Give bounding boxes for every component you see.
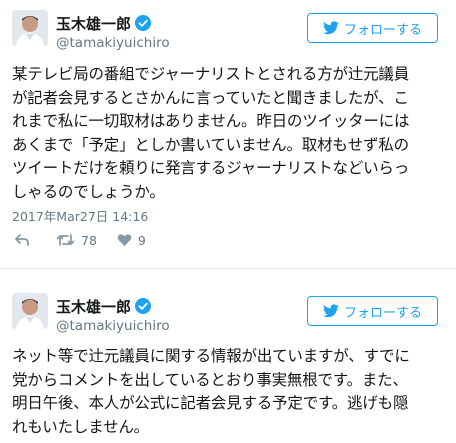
like-count: 9 xyxy=(137,232,146,248)
twitter-bird-icon xyxy=(322,21,339,35)
display-name[interactable]: 玉木雄一郎 xyxy=(56,296,131,317)
avatar[interactable] xyxy=(12,293,48,329)
tweet-divider xyxy=(0,268,456,269)
name-row: 玉木雄一郎 xyxy=(56,296,152,317)
heart-icon xyxy=(117,234,132,246)
verified-badge-icon xyxy=(135,298,152,314)
retweet-icon xyxy=(56,234,75,246)
tweet-text: 某テレビ局の番組でジャーナリストとされる方が辻元議員 が記者会見するとさかんに言… xyxy=(12,65,410,201)
name-row: 玉木雄一郎 xyxy=(56,13,152,34)
retweet-count: 78 xyxy=(81,232,97,248)
like-button[interactable]: 9 xyxy=(117,233,146,248)
display-name[interactable]: 玉木雄一郎 xyxy=(56,13,131,34)
reply-button[interactable] xyxy=(14,233,30,247)
twitter-bird-icon xyxy=(322,304,339,318)
follow-button[interactable]: フォローする xyxy=(307,296,438,326)
tweet-actions: 78 9 xyxy=(14,232,146,248)
handle[interactable]: @tamakiyuichiro xyxy=(56,35,170,51)
tweet-card-1: 玉木雄一郎 @tamakiyuichiro フォローする 某テレビ局の番組でジャ… xyxy=(0,0,456,262)
verified-badge-icon xyxy=(135,15,152,31)
retweet-button[interactable]: 78 xyxy=(56,233,97,248)
follow-button[interactable]: フォローする xyxy=(307,13,438,43)
tweet-text: ネット等で辻元議員に関する情報が出ていますが、すでに 党からコメントを出している… xyxy=(12,347,410,436)
handle[interactable]: @tamakiyuichiro xyxy=(56,318,170,334)
tweet-card-2: 玉木雄一郎 @tamakiyuichiro フォローする ネット等で辻元議員に関… xyxy=(0,283,456,443)
follow-button-label: フォローする xyxy=(343,305,422,321)
reply-arrow-icon xyxy=(15,234,29,246)
timestamp[interactable]: 2017年Mar27日 14:16 xyxy=(12,206,148,225)
follow-button-label: フォローする xyxy=(343,22,422,38)
avatar[interactable] xyxy=(12,10,48,46)
